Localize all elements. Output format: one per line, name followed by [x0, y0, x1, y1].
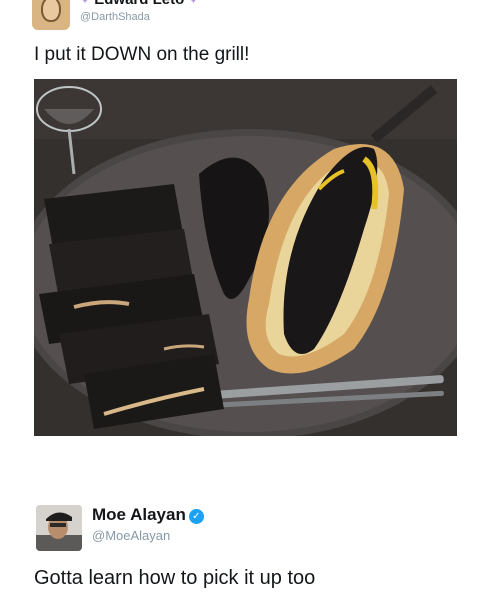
avatar[interactable] [32, 0, 70, 30]
display-name[interactable]: ✦ Edward Leto ✦ [80, 0, 198, 8]
display-name-text: Edward Leto [94, 0, 184, 8]
verified-badge-icon: ✓ [188, 509, 204, 524]
display-name[interactable]: Moe Alayan ✓ [92, 505, 204, 525]
tweet-header-darthshada: ✦ Edward Leto ✦ @DarthShada [0, 0, 483, 34]
avatar[interactable] [36, 505, 82, 551]
tweet-photo[interactable] [34, 79, 457, 436]
tweet-text: Gotta learn how to pick it up too [34, 567, 316, 589]
burnt-food-image [34, 79, 457, 436]
user-handle[interactable]: @DarthShada [80, 11, 150, 23]
avatar-person-icon [36, 505, 82, 551]
avatar-face-icon [41, 0, 61, 22]
sparkle-icon: ✦ [80, 0, 91, 7]
sparkle-icon: ✦ [188, 0, 199, 7]
display-name-text: Moe Alayan [92, 505, 186, 524]
user-handle[interactable]: @MoeAlayan [92, 528, 170, 543]
tweet-text: I put it DOWN on the grill! [34, 44, 250, 65]
